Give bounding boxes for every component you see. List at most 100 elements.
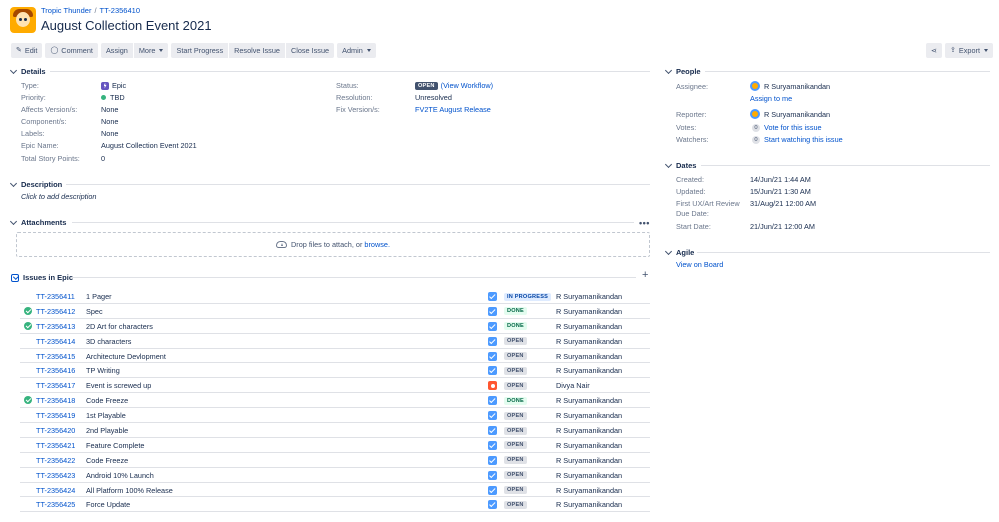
issue-key-link[interactable]: TT-2356420 xyxy=(36,426,75,435)
assignee-value[interactable]: R Suryamanikandan xyxy=(750,81,830,91)
dates-section-toggle[interactable]: Dates xyxy=(664,160,696,170)
issue-key-link[interactable]: TT-2356419 xyxy=(36,411,75,420)
table-row[interactable]: TT-2356415 Architecture Devlopment OPEN R S… xyxy=(20,349,650,364)
assign-to-me-link[interactable]: Assign to me xyxy=(750,94,792,103)
export-button[interactable]: ⇪ Export xyxy=(945,43,993,58)
issue-key-link[interactable]: TT-2356414 xyxy=(36,337,75,346)
more-button[interactable]: More xyxy=(133,43,169,58)
start-progress-button[interactable]: Start Progress xyxy=(171,43,229,58)
table-row[interactable]: TT-2356411 1 Pager IN PROGRESS R Suryamanik… xyxy=(20,289,650,304)
issue-key-link[interactable]: TT-2356412 xyxy=(36,307,75,316)
status-badge: OPEN xyxy=(504,441,527,450)
chevron-down-icon xyxy=(9,66,18,74)
issue-assignee: R Suryamanikandan xyxy=(556,485,623,495)
issue-key-link[interactable]: TT-2356417 xyxy=(36,381,75,390)
assign-button[interactable]: Assign xyxy=(100,43,133,58)
chevron-down-icon xyxy=(664,160,673,168)
table-row[interactable]: TT-2356417 Event is screwed up OPEN Divya N… xyxy=(20,378,650,394)
breadcrumb-project-link[interactable]: Tropic Thunder xyxy=(41,6,91,15)
issue-key-link[interactable]: TT-2356413 xyxy=(36,322,75,331)
view-on-board-link[interactable]: View on Board xyxy=(676,260,723,269)
issue-key-link[interactable]: TT-2356423 xyxy=(36,471,75,480)
attachments-more-icon[interactable]: ••• xyxy=(639,218,650,228)
description-placeholder[interactable]: Click to add description xyxy=(21,192,96,201)
vote-link[interactable]: Vote for this issue xyxy=(764,123,822,132)
affects-version-value[interactable]: None xyxy=(101,105,118,114)
resolve-issue-button[interactable]: Resolve Issue xyxy=(229,43,285,58)
issue-summary[interactable]: 1 Pager xyxy=(86,292,112,301)
issue-key-link[interactable]: TT-2356421 xyxy=(36,441,75,450)
issue-assignee: R Suryamanikandan xyxy=(556,426,623,436)
comment-button[interactable]: ◯ Comment xyxy=(45,43,98,58)
table-row[interactable]: TT-2356422 Code Freeze OPEN R Suryamanikand… xyxy=(20,453,650,468)
task-icon xyxy=(488,336,497,346)
watch-link[interactable]: Start watching this issue xyxy=(764,135,843,144)
issue-key-link[interactable]: TT-2356422 xyxy=(36,456,75,465)
task-icon xyxy=(488,455,497,465)
component-value[interactable]: None xyxy=(101,117,118,126)
fix-version-link[interactable]: FV2TE August Release xyxy=(415,105,491,114)
issue-summary[interactable]: 2nd Playable xyxy=(86,426,128,435)
table-row[interactable]: TT-2356419 1st Playable OPEN R Suryamanikan… xyxy=(20,408,650,424)
issue-summary[interactable]: All Platform 100% Release xyxy=(86,486,173,495)
project-avatar[interactable] xyxy=(10,7,36,33)
table-row[interactable]: TT-2356414 3D characters OPEN R Suryamanika… xyxy=(20,334,650,349)
updated-value: 15/Jun/21 1:30 AM xyxy=(750,187,811,196)
page-title[interactable]: August Collection Event 2021 xyxy=(41,17,212,34)
table-row[interactable]: TT-2356423 Android 10% Launch OPEN R Suryam… xyxy=(20,468,650,483)
attachments-section-toggle[interactable]: Attachments xyxy=(9,217,66,227)
admin-button[interactable]: Admin xyxy=(337,43,376,58)
epic-name-value[interactable]: August Collection Event 2021 xyxy=(101,141,197,150)
issue-summary[interactable]: Code Freeze xyxy=(86,456,128,465)
table-row[interactable]: TT-2356413 2D Art for characters DONE R Sur… xyxy=(20,319,650,334)
issue-key-link[interactable]: TT-2356424 xyxy=(36,486,75,495)
avatar xyxy=(750,109,760,119)
description-section-toggle[interactable]: Description xyxy=(9,179,62,189)
attachment-dropzone[interactable]: Drop files to attach, or browse. xyxy=(16,232,650,257)
issue-summary[interactable]: Android 10% Launch xyxy=(86,471,154,480)
agile-section-toggle[interactable]: Agile xyxy=(664,247,694,257)
watchers-count-badge: 0 xyxy=(752,135,760,144)
issue-summary[interactable]: Code Freeze xyxy=(86,396,128,405)
table-row[interactable]: TT-2356425 Force Update OPEN R Suryamanikan… xyxy=(20,497,650,513)
issue-key-link[interactable]: TT-2356416 xyxy=(36,366,75,375)
reporter-value[interactable]: R Suryamanikandan xyxy=(750,109,830,119)
issue-key-link[interactable]: TT-2356425 xyxy=(36,500,75,509)
status-badge: OPEN xyxy=(504,411,527,420)
type-label: Type: xyxy=(21,81,39,90)
issue-summary[interactable]: 1st Playable xyxy=(86,411,126,420)
browse-link[interactable]: browse. xyxy=(364,240,390,249)
start-date-value: 21/Jun/21 12:00 AM xyxy=(750,222,815,231)
table-row[interactable]: TT-2356424 All Platform 100% Release OPEN R… xyxy=(20,483,650,498)
issue-summary[interactable]: Force Update xyxy=(86,500,130,509)
issue-summary[interactable]: 2D Art for characters xyxy=(86,322,153,331)
labels-value[interactable]: None xyxy=(101,129,118,138)
issue-key-link[interactable]: TT-2356418 xyxy=(36,396,75,405)
add-issue-icon[interactable]: + xyxy=(642,270,648,281)
issue-summary[interactable]: Feature Complete xyxy=(86,441,144,450)
issues-in-epic-section-toggle[interactable]: Issues in Epic xyxy=(11,273,73,282)
issue-summary[interactable]: Spec xyxy=(86,307,103,316)
issue-summary[interactable]: 3D characters xyxy=(86,337,131,346)
edit-button[interactable]: ✎ Edit xyxy=(11,43,43,58)
avatar xyxy=(750,81,760,91)
people-section-toggle[interactable]: People xyxy=(664,66,701,76)
view-workflow-link[interactable]: (View Workflow) xyxy=(441,81,493,90)
status-badge: DONE xyxy=(504,396,527,405)
table-row[interactable]: TT-2356418 Code Freeze DONE R Suryamanikand… xyxy=(20,393,650,409)
table-row[interactable]: TT-2356421 Feature Complete OPEN R Suryaman… xyxy=(20,438,650,453)
table-row[interactable]: TT-2356412 Spec DONE R Suryamanikandan xyxy=(20,304,650,319)
task-icon xyxy=(488,470,497,480)
issue-summary[interactable]: TP Writing xyxy=(86,366,120,375)
issue-key-link[interactable]: TT-2356411 xyxy=(36,292,75,301)
issue-assignee: R Suryamanikandan xyxy=(556,470,623,480)
details-section-toggle[interactable]: Details xyxy=(9,66,46,76)
breadcrumb-issue-key-link[interactable]: TT-2356410 xyxy=(100,6,140,15)
close-issue-button[interactable]: Close Issue xyxy=(285,43,335,58)
table-row[interactable]: TT-2356420 2nd Playable OPEN R Suryamanikan… xyxy=(20,423,650,438)
issue-key-link[interactable]: TT-2356415 xyxy=(36,352,75,361)
table-row[interactable]: TT-2356416 TP Writing OPEN R Suryamanikanda… xyxy=(20,363,650,379)
issue-summary[interactable]: Event is screwed up xyxy=(86,381,151,390)
issue-summary[interactable]: Architecture Devlopment xyxy=(86,352,166,361)
share-button[interactable]: ⋖ xyxy=(925,43,943,58)
